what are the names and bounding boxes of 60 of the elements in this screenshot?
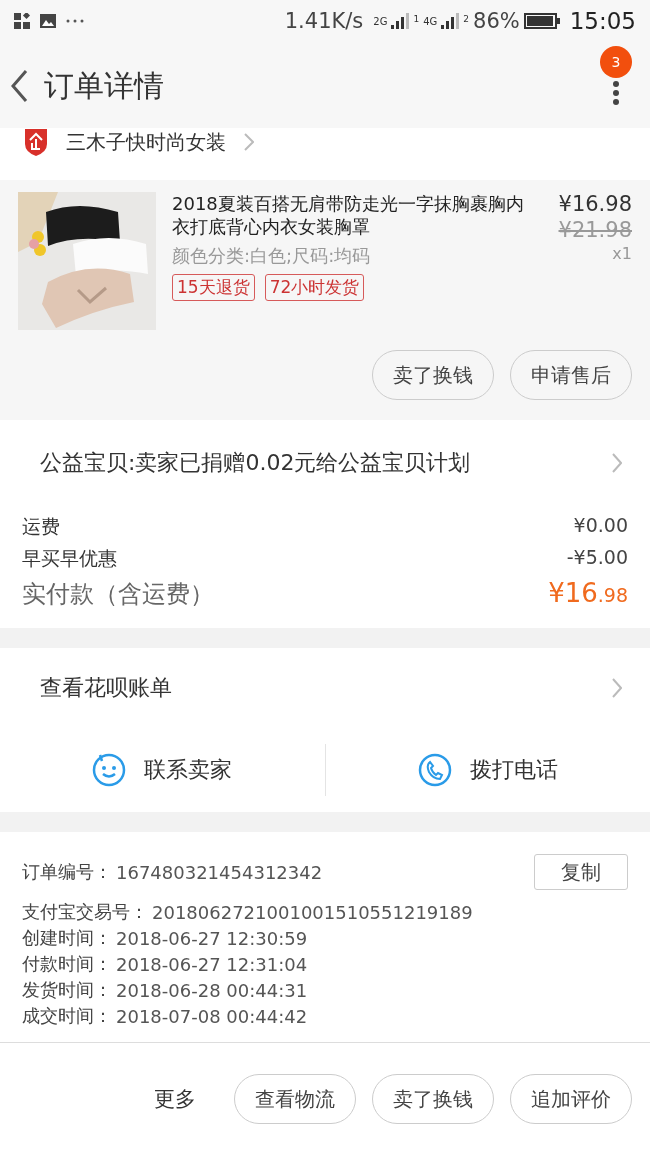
product-title: 2018夏装百搭无肩带防走光一字抹胸裹胸内衣打底背心内衣女装胸罩: [172, 192, 525, 238]
page-title: 订单详情: [44, 66, 165, 105]
action-button[interactable]: 卖了换钱: [372, 1074, 494, 1124]
info-label: 成交时间：: [22, 1004, 112, 1028]
info-label: 支付宝交易号：: [22, 900, 148, 924]
battery-percent: 86%: [473, 9, 520, 33]
action-button[interactable]: 申请售后: [510, 350, 632, 400]
fee-label: 运费: [22, 514, 60, 539]
action-button[interactable]: 查看物流: [234, 1074, 356, 1124]
notification-badge: 3: [600, 46, 632, 78]
original-price: ¥21.98: [558, 218, 632, 242]
product-price: ¥16.98: [558, 192, 632, 216]
contact-button[interactable]: 拨打电话: [325, 752, 650, 788]
info-value: 2018-06-28 00:44:31: [116, 979, 308, 1001]
sim-index: 1: [413, 14, 420, 24]
sim-index: 2: [463, 14, 469, 24]
battery-icon: [523, 13, 560, 29]
image-icon: [40, 13, 56, 29]
chevron-right-icon: [612, 678, 622, 698]
info-label: 发货时间：: [22, 978, 112, 1002]
chevron-right-icon: [244, 133, 254, 151]
copy-button[interactable]: 复制: [534, 854, 628, 890]
service-tag: 15天退货: [172, 274, 255, 301]
contact-button[interactable]: 联系卖家: [0, 752, 325, 788]
info-value: 2018062721001001510551219189: [152, 901, 473, 923]
clock-time: 15:05: [569, 8, 636, 34]
info-value: 2018-06-27 12:30:59: [116, 927, 308, 949]
total-label: 实付款（含运费）: [22, 579, 214, 610]
fee-value: ¥0.00: [573, 514, 628, 538]
info-value: 2018-06-27 12:31:04: [116, 953, 308, 975]
menu-icon[interactable]: [612, 78, 620, 108]
network-type: 2G: [373, 15, 388, 27]
shop-name[interactable]: 三木子快时尚女装: [66, 128, 226, 156]
product-quantity: x1: [612, 244, 632, 263]
back-icon[interactable]: [10, 69, 28, 103]
app-grid-icon: [14, 13, 30, 29]
signal-icon: [441, 13, 460, 29]
info-label: 创建时间：: [22, 926, 112, 950]
more-button[interactable]: 更多: [148, 1084, 202, 1114]
fee-value: -¥5.00: [566, 546, 628, 570]
total-amount: ¥16.98: [548, 578, 628, 610]
fee-label: 早买早优惠: [22, 546, 117, 571]
network-speed: 1.41K/s: [284, 9, 364, 33]
info-value: 167480321454312342: [116, 861, 323, 883]
network-type: 4G: [423, 15, 438, 27]
bill-link[interactable]: 查看花呗账单: [40, 673, 172, 703]
chevron-right-icon: [612, 453, 622, 473]
product-card[interactable]: 2018夏装百搭无肩带防走光一字抹胸裹胸内衣打底背心内衣女装胸罩 颜色分类:白色;尺码:均码 15天退货 72小时发货 ¥16.98 ¥21.98 x1 卖了换钱 申请售后: [0, 180, 650, 420]
action-button[interactable]: 卖了换钱: [372, 350, 494, 400]
phone-icon: [417, 753, 452, 787]
info-label: 订单编号：: [22, 860, 112, 884]
product-spec: 颜色分类:白色;尺码:均码: [172, 244, 372, 268]
more-icon: [66, 19, 84, 23]
smiley-icon: [92, 753, 127, 787]
action-button[interactable]: 追加评价: [510, 1074, 632, 1124]
charity-text[interactable]: 公益宝贝:卖家已捐赠0.02元给公益宝贝计划: [40, 448, 471, 478]
info-value: 2018-07-08 00:44:42: [116, 1005, 308, 1027]
info-label: 付款时间：: [22, 952, 112, 976]
signal-icon: [391, 13, 410, 29]
service-tag: 72小时发货: [264, 274, 365, 301]
